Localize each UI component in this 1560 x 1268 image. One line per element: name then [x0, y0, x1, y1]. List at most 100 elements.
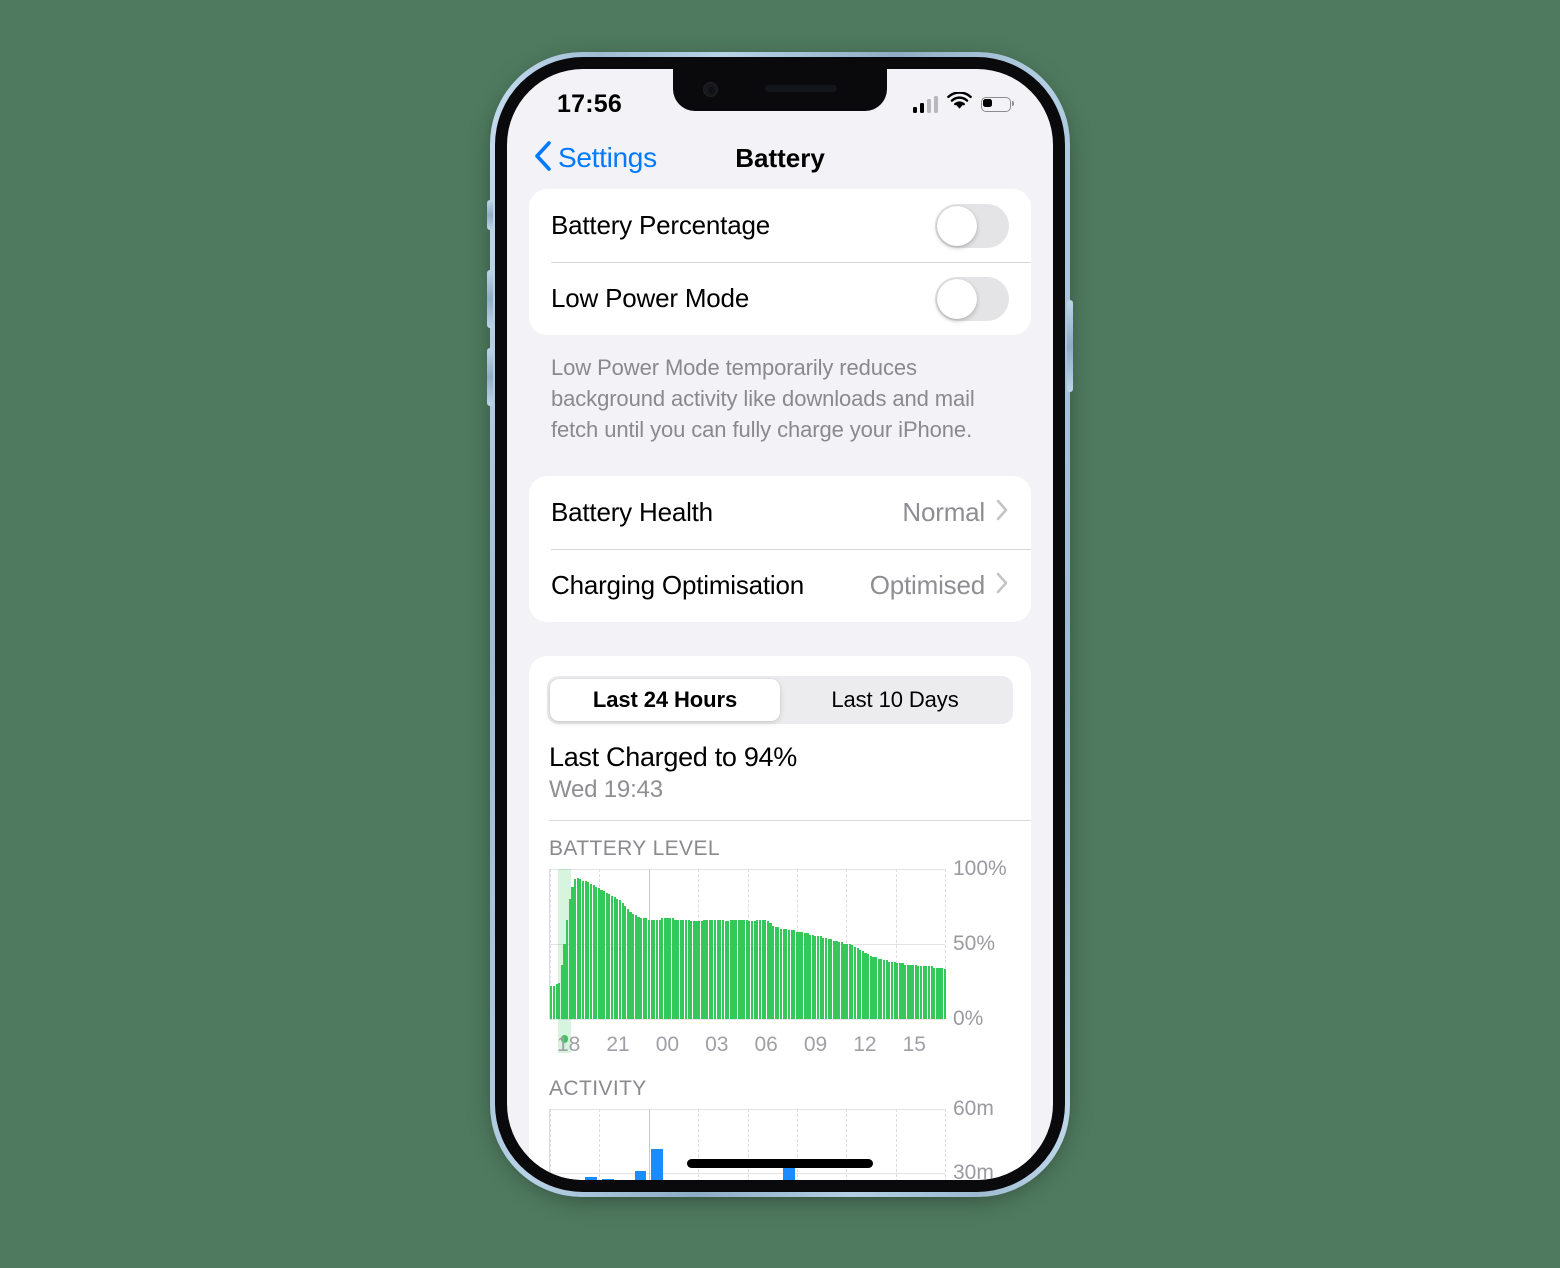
x-axis-tick-label: 00 [655, 1032, 680, 1056]
home-indicator[interactable] [687, 1159, 873, 1168]
front-camera-icon [703, 82, 718, 97]
volume-down-button[interactable] [487, 348, 493, 406]
y-axis-tick-label: 50% [953, 931, 996, 955]
iphone-device-mockup: 17:56 Settings Battery Battery Percentag… [487, 52, 1073, 1197]
y-axis-tick-label: 30m [953, 1160, 994, 1180]
low-power-mode-footnote: Low Power Mode temporarily reduces backg… [551, 355, 975, 443]
activity-bar [797, 1109, 813, 1180]
y-axis-tick-label: 100% [953, 856, 1007, 880]
activity-y-axis: 60m30m0m [945, 1097, 1011, 1180]
battery-usage-card: Last 24 Hours Last 10 Days Last Charged … [529, 655, 1031, 1180]
activity-chart[interactable]: 60m30m0m [549, 1097, 1011, 1180]
activity-bar [649, 1109, 665, 1180]
activity-bars [550, 1109, 945, 1180]
activity-bar [896, 1109, 912, 1180]
row-right: Optimised [870, 570, 1009, 601]
x-axis-tick-label: 09 [803, 1032, 828, 1056]
activity-bar [632, 1109, 648, 1180]
x-axis-tick-label: 21 [606, 1032, 630, 1056]
row-label: Charging Optimisation [551, 569, 805, 600]
chevron-right-icon [996, 572, 1009, 599]
activity-bar-screen-on [585, 1176, 598, 1180]
activity-bar-screen-on [634, 1170, 647, 1180]
row-label: Battery Percentage [551, 210, 770, 240]
battery-level-plot [549, 868, 946, 1053]
row-battery-percentage[interactable]: Battery Percentage [529, 189, 1031, 262]
device-screen: 17:56 Settings Battery Battery Percentag… [507, 69, 1053, 1180]
settings-scroll-view[interactable]: Battery Percentage Low Power Mode Low Po… [507, 189, 1053, 1180]
battery-level-y-axis: 100% 50% 0% [945, 857, 1011, 1030]
activity-bar [550, 1109, 566, 1180]
device-bezel: 17:56 Settings Battery Battery Percentag… [495, 57, 1065, 1192]
cellular-signal-icon [912, 95, 938, 113]
row-value: Normal [902, 496, 985, 527]
activity-bar [583, 1109, 599, 1180]
activity-bar [863, 1109, 879, 1180]
low-power-mode-toggle[interactable] [935, 276, 1009, 321]
last-charged-title: Last Charged to 94% [549, 741, 797, 772]
activity-bar [665, 1109, 681, 1180]
activity-bar [747, 1109, 763, 1180]
earpiece-speaker [765, 85, 837, 92]
activity-bar [715, 1109, 731, 1180]
activity-bar-screen-on [651, 1149, 663, 1180]
row-label: Battery Health [551, 496, 713, 527]
status-bar-clock: 17:56 [557, 89, 622, 118]
battery-level-chart-title: BATTERY LEVEL [549, 836, 720, 860]
battery-level-chart[interactable]: 100% 50% 0% [549, 857, 1011, 1053]
back-button-label: Settings [558, 142, 657, 173]
mute-switch-button[interactable] [487, 200, 493, 230]
power-button[interactable] [1067, 300, 1073, 392]
segment-last-24-hours[interactable]: Last 24 Hours [550, 678, 780, 721]
battery-toggles-card: Battery Percentage Low Power Mode [529, 189, 1031, 335]
volume-up-button[interactable] [487, 270, 493, 328]
battery-level-bars [550, 869, 946, 1019]
activity-bar [764, 1109, 780, 1180]
chevron-right-icon [996, 499, 1009, 526]
x-axis-tick-label: 06 [754, 1032, 778, 1056]
usage-range-segmented-control[interactable]: Last 24 Hours Last 10 Days [547, 675, 1013, 724]
activity-plot [549, 1108, 946, 1180]
segment-last-10-days[interactable]: Last 10 Days [780, 679, 1010, 721]
toggle-knob [937, 278, 977, 319]
activity-bar [682, 1109, 698, 1180]
toggle-knob [937, 205, 977, 246]
activity-bar [830, 1109, 846, 1180]
activity-bar [698, 1109, 714, 1180]
row-charging-optimisation[interactable]: Charging Optimisation Optimised [529, 548, 1031, 622]
y-axis-tick-label: 60m [953, 1096, 994, 1120]
activity-bar-screen-on [601, 1179, 614, 1180]
activity-bar [616, 1109, 632, 1180]
last-charged-subtitle: Wed 19:43 [549, 775, 663, 803]
x-axis-tick-label: 15 [902, 1032, 926, 1056]
activity-bar [731, 1109, 747, 1180]
activity-bar [813, 1109, 829, 1180]
row-label: Low Power Mode [551, 283, 750, 313]
row-battery-health[interactable]: Battery Health Normal [529, 476, 1031, 549]
row-low-power-mode[interactable]: Low Power Mode [529, 262, 1031, 335]
battery-level-x-axis: 18 21 00 03 06 09 12 15 [549, 1019, 1011, 1061]
activity-bar [566, 1109, 582, 1180]
row-right: Normal [902, 497, 1009, 528]
activity-bar [912, 1109, 928, 1180]
last-charged-block: Last Charged to 94% Wed 19:43 [529, 724, 1031, 804]
wifi-icon [947, 91, 972, 116]
activity-bar [846, 1109, 862, 1180]
status-bar-icons [912, 91, 1015, 116]
activity-bar [599, 1109, 615, 1180]
device-frame: 17:56 Settings Battery Battery Percentag… [487, 52, 1073, 1197]
battery-health-card: Battery Health Normal Charging Optimisat… [529, 475, 1031, 622]
activity-bar [928, 1109, 944, 1180]
back-button[interactable]: Settings [533, 140, 657, 177]
battery-icon [981, 96, 1015, 112]
chevron-left-icon [533, 140, 552, 177]
row-value: Optimised [869, 569, 985, 600]
notch [673, 69, 887, 111]
x-axis-tick-label: 03 [705, 1032, 729, 1056]
navigation-bar: Settings Battery [507, 127, 1053, 189]
x-axis-tick-label: 12 [853, 1032, 877, 1056]
battery-percentage-toggle[interactable] [935, 203, 1009, 248]
activity-bar [780, 1109, 796, 1180]
x-axis-tick-label: 18 [557, 1032, 581, 1056]
battery-level-chart-block: BATTERY LEVEL 100% 50% 0% 18 21 00 03 06 09 12 15 [529, 821, 1031, 1061]
